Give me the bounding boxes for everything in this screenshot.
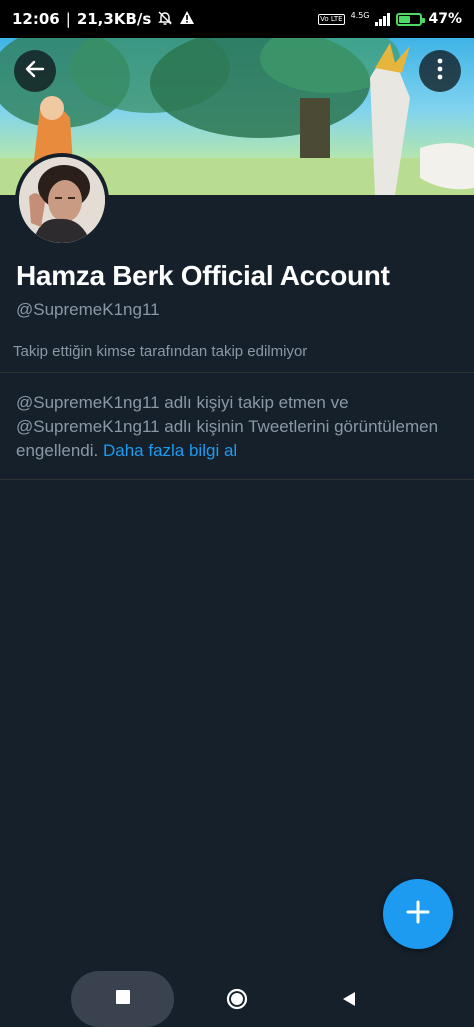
status-net-speed: 21,3KB/s (76, 10, 152, 28)
battery-fill (399, 15, 410, 23)
home-button[interactable] (226, 988, 248, 1010)
blocked-message: @SupremeK1ng11 adlı kişiyi takip etmen v… (16, 391, 461, 463)
square-icon (115, 989, 130, 1009)
alarm-off-icon (157, 10, 173, 29)
back-arrow-icon (23, 57, 47, 86)
plus-icon (405, 899, 431, 930)
volte-icon: Vo LTE (318, 13, 345, 25)
avatar-photo (19, 157, 105, 243)
battery-charging-icon (396, 12, 426, 26)
recent-apps-button[interactable] (71, 971, 174, 1027)
home-circle-icon (226, 988, 248, 1010)
system-back-button[interactable] (340, 990, 358, 1008)
learn-more-link[interactable]: Daha fazla bilgi al (103, 441, 237, 460)
system-navigation-bar (0, 965, 474, 1027)
warning-icon (179, 10, 195, 28)
more-options-button[interactable] (419, 50, 461, 92)
divider (0, 372, 474, 373)
signal-icon (375, 12, 391, 26)
compose-tweet-button[interactable] (383, 879, 453, 949)
followers-you-know-note: Takip ettiğin kimse tarafından takip edi… (13, 343, 308, 360)
status-left: 12:06 | 21,3KB/s (12, 10, 195, 29)
more-vertical-icon (437, 58, 443, 85)
status-time: 12:06 (12, 10, 60, 28)
status-right: Vo LTE 4.5G 47% (318, 11, 462, 27)
status-separator: | (65, 10, 71, 28)
profile-handle: @SupremeK1ng11 (16, 300, 160, 319)
profile-display-name: Hamza Berk Official Account (16, 260, 390, 291)
profile-avatar[interactable] (15, 153, 109, 247)
divider (0, 479, 474, 480)
network-type: 4.5G (350, 11, 370, 20)
back-button[interactable] (14, 50, 56, 92)
status-bar: 12:06 | 21,3KB/s Vo LTE 4.5G 47% (0, 0, 474, 38)
triangle-back-icon (343, 992, 355, 1006)
battery-percent: 47% (428, 11, 462, 27)
